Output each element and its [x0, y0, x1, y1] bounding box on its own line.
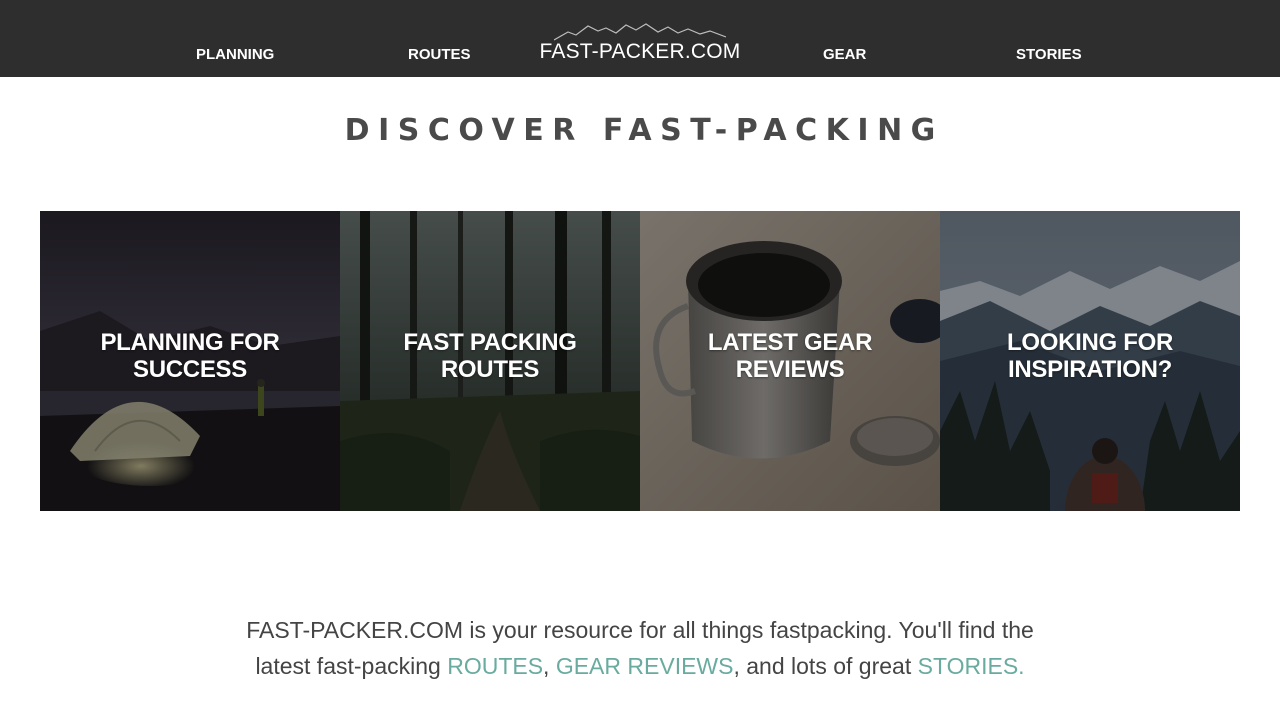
- mountain-range-icon: [554, 23, 726, 41]
- nav-link-stories[interactable]: STORIES: [1016, 46, 1082, 64]
- tile-label: LATEST GEAR REVIEWS: [707, 329, 873, 383]
- intro-link-gear-reviews[interactable]: GEAR REVIEWS: [556, 653, 734, 679]
- tile-gear[interactable]: LATEST GEAR REVIEWS: [640, 211, 940, 511]
- tile-label: LOOKING FOR INSPIRATION?: [1006, 329, 1174, 383]
- tile-label: PLANNING FOR SUCCESS: [100, 329, 280, 383]
- intro-line-2-prefix: latest fast-packing: [255, 653, 448, 679]
- tile-planning[interactable]: PLANNING FOR SUCCESS: [40, 211, 340, 511]
- nav-link-planning[interactable]: PLANNING: [196, 46, 274, 64]
- nav-link-gear[interactable]: GEAR: [823, 46, 866, 64]
- intro-line-1: FAST-PACKER.COM is your resource for all…: [246, 617, 1034, 643]
- intro-paragraph: FAST-PACKER.COM is your resource for all…: [140, 612, 1140, 684]
- site-logo[interactable]: FAST-PACKER.COM: [534, 18, 746, 68]
- intro-separator: , and lots of great: [733, 653, 918, 679]
- logo-text: FAST-PACKER.COM: [539, 40, 741, 63]
- nav-link-routes[interactable]: ROUTES: [408, 46, 471, 64]
- tile-label: FAST PACKING ROUTES: [403, 329, 577, 383]
- top-nav-bar: PLANNING ROUTES FAST-PACKER.COM GEAR STO…: [0, 0, 1280, 77]
- intro-link-routes[interactable]: ROUTES: [447, 653, 543, 679]
- category-tiles: PLANNING FOR SUCCESS FAST PACKING ROUTES…: [40, 211, 1240, 511]
- page-title: DISCOVER FAST-PACKING: [344, 113, 944, 148]
- intro-separator: ,: [543, 653, 556, 679]
- tile-stories[interactable]: LOOKING FOR INSPIRATION?: [940, 211, 1240, 511]
- intro-link-stories[interactable]: STORIES.: [918, 653, 1025, 679]
- tile-routes[interactable]: FAST PACKING ROUTES: [340, 211, 640, 511]
